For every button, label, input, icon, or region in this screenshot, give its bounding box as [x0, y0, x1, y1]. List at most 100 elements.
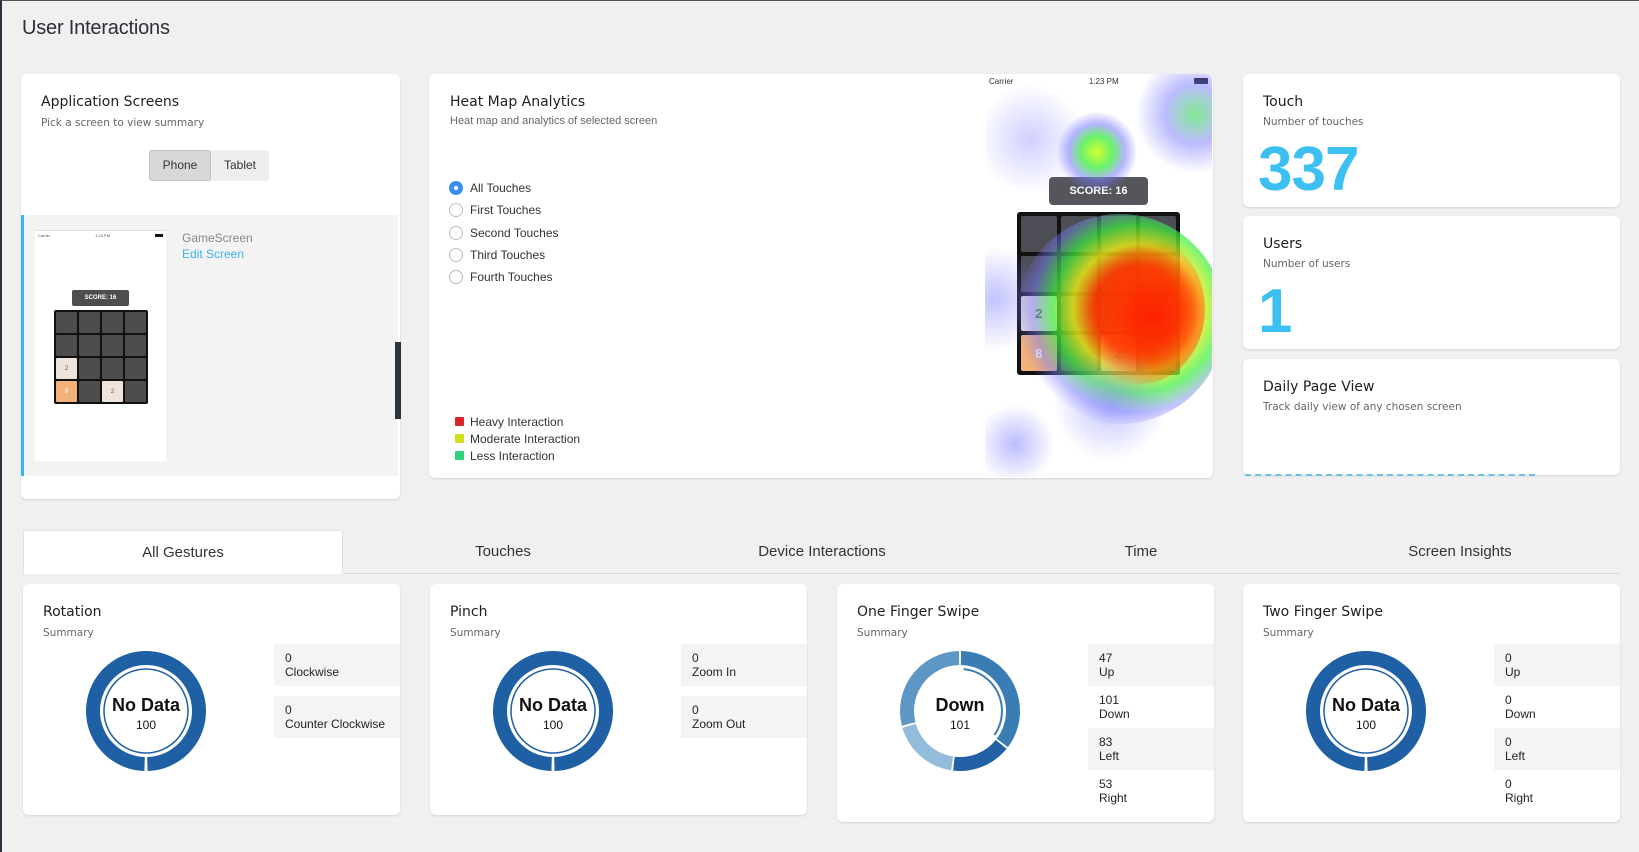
card-subtitle: Number of users — [1263, 258, 1351, 270]
gesture-stat-item: 0 Zoom Out — [681, 696, 807, 738]
tab-device-interactions[interactable]: Device Interactions — [663, 530, 981, 574]
card-subtitle: Pick a screen to view summary — [41, 117, 205, 129]
grid-tile — [1021, 255, 1057, 292]
grid-tile — [1060, 216, 1097, 252]
filter-all-touches[interactable]: All Touches — [449, 177, 559, 199]
grid-tile — [1060, 295, 1097, 332]
card-title: Application Screens — [41, 94, 180, 110]
grid-tile — [125, 312, 146, 333]
filter-fourth-touches[interactable]: Fourth Touches — [449, 266, 559, 288]
radio-checked-icon[interactable] — [449, 181, 463, 196]
legend-label: Moderate Interaction — [470, 431, 581, 446]
gesture-stat-item: 0 Right — [1494, 770, 1620, 812]
tablet-toggle-button[interactable]: Tablet — [211, 150, 269, 181]
grid-tile — [1100, 295, 1137, 332]
donut-center-value: 100 — [1356, 718, 1376, 732]
grid-tile — [102, 358, 123, 379]
edit-screen-link[interactable]: Edit Screen — [182, 247, 244, 261]
heat-blob — [1135, 74, 1212, 174]
stat-label: Right — [1099, 791, 1128, 805]
radio-icon[interactable] — [449, 203, 463, 218]
donut-segment-up[interactable] — [953, 739, 1007, 771]
grid-tile — [1140, 216, 1176, 252]
status-bar: Carrier 1:23 PM — [38, 233, 163, 238]
filter-first-touches[interactable]: First Touches — [449, 199, 559, 221]
daily-page-view-card: Daily Page View Track daily view of any … — [1243, 359, 1620, 476]
screen-thumbnail[interactable]: Carrier 1:23 PM SCORE: 16 282 — [35, 230, 166, 461]
gesture-stat-list: 0 Zoom In 0 Zoom Out — [681, 644, 807, 738]
card-subtitle: Summary — [450, 627, 501, 639]
gesture-stat-item: 0 Counter Clockwise — [274, 696, 400, 738]
users-count: 1 — [1258, 277, 1292, 346]
gesture-stat-item: 101 Down — [1088, 686, 1214, 728]
carrier-label: Carrier — [38, 233, 51, 238]
carrier-label: Carrier — [989, 76, 1014, 86]
filter-second-touches[interactable]: Second Touches — [449, 222, 559, 244]
card-title: Daily Page View — [1263, 379, 1375, 395]
gesture-stat-item: 0 Clockwise — [274, 644, 400, 686]
card-title: Two Finger Swipe — [1263, 604, 1383, 620]
donut-center-label: No Data — [519, 695, 588, 715]
radio-icon[interactable] — [449, 225, 463, 240]
filter-label: Second Touches — [470, 225, 559, 240]
time-label: 1:23 PM — [95, 233, 111, 238]
stat-value: 0 — [1505, 777, 1512, 791]
grid-tile — [79, 335, 100, 356]
grid-tile — [125, 358, 146, 379]
tab-screen-insights[interactable]: Screen Insights — [1301, 530, 1619, 574]
touch-card: Touch Number of touches 337 — [1243, 74, 1620, 207]
grid-tile — [1060, 255, 1097, 292]
grid-tile — [1100, 216, 1137, 252]
filter-third-touches[interactable]: Third Touches — [449, 244, 559, 266]
battery-icon — [154, 234, 163, 237]
stat-label: Zoom Out — [692, 717, 746, 731]
donut-segment-right[interactable] — [902, 723, 954, 771]
card-title: Heat Map Analytics — [450, 94, 586, 110]
scrollbar-thumb[interactable] — [395, 342, 401, 419]
stat-label: Up — [1099, 665, 1115, 679]
tab-touches[interactable]: Touches — [344, 530, 662, 574]
donut-center-label: No Data — [112, 695, 181, 715]
filter-label: Fourth Touches — [470, 270, 553, 285]
card-title: Users — [1263, 236, 1303, 252]
tab-time[interactable]: Time — [982, 530, 1300, 574]
filter-label: All Touches — [470, 181, 532, 196]
gesture-stat-item: 83 Left — [1088, 728, 1214, 770]
radio-icon[interactable] — [449, 248, 463, 263]
stat-value: 0 — [692, 651, 699, 665]
touch-count: 337 — [1258, 135, 1359, 204]
grid-tile — [56, 312, 77, 333]
grid-tile — [1140, 295, 1176, 332]
filter-label: Third Touches — [470, 248, 546, 263]
stat-label: Down — [1505, 707, 1536, 721]
phone-toggle-button[interactable]: Phone — [149, 150, 211, 181]
stat-label: Zoom In — [692, 665, 737, 679]
card-subtitle: Summary — [857, 627, 908, 639]
gesture-stat-item: 0 Left — [1494, 728, 1620, 770]
page-title: User Interactions — [22, 17, 170, 39]
grid-tile — [79, 381, 100, 402]
card-title: One Finger Swipe — [857, 604, 980, 620]
stat-label: Down — [1099, 707, 1130, 721]
heat-blob — [985, 404, 1055, 477]
battery-icon — [1194, 78, 1208, 84]
stat-label: Counter Clockwise — [285, 717, 386, 731]
stat-value: 101 — [1099, 693, 1120, 707]
filter-label: First Touches — [470, 203, 542, 218]
tab-all-gestures[interactable]: All Gestures — [23, 530, 343, 574]
grid-tile — [102, 312, 123, 333]
screen-list-item[interactable]: Carrier 1:23 PM SCORE: 16 282 GameScreen… — [21, 215, 401, 476]
pinch-card: Pinch Summary No Data 100 0 Zoom In 0 Zoom Out — [430, 584, 807, 815]
gesture-stat-list: 47 Up 101 Down 83 Left 53 Right — [1088, 644, 1214, 812]
card-subtitle: Summary — [1263, 627, 1314, 639]
grid-tile — [56, 335, 77, 356]
gesture-stat-item: 53 Right — [1088, 770, 1214, 812]
two-finger-swipe-card: Two Finger Swipe Summary No Data 100 0 Up 0 Do… — [1243, 584, 1620, 822]
score-badge: SCORE: 16 — [72, 290, 129, 306]
grid-tile — [125, 381, 146, 402]
radio-icon[interactable] — [449, 270, 463, 285]
grid-tile — [1140, 335, 1176, 371]
stat-label: Left — [1099, 749, 1120, 763]
device-toggle: Phone Tablet — [149, 150, 269, 181]
legend-less: Less Interaction — [455, 447, 580, 464]
